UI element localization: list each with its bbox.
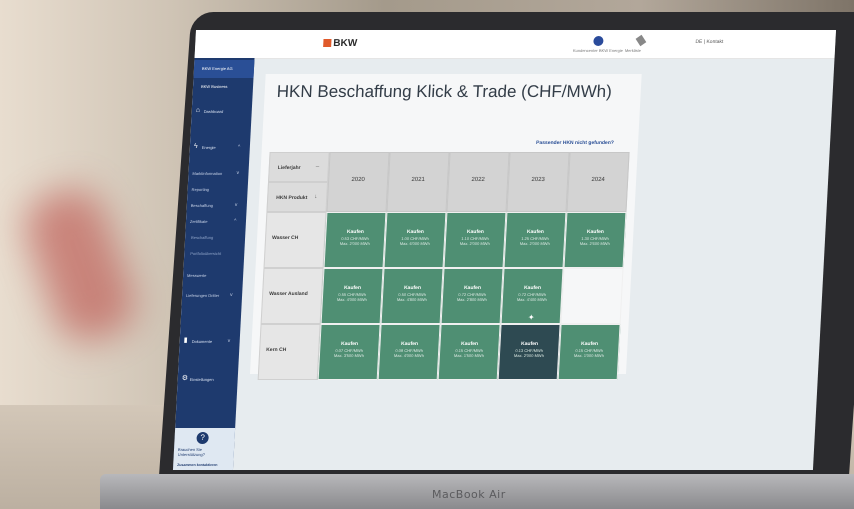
buy-cell[interactable]: Kaufen 0.55 CHF/MWh Max. 4'000 MWh bbox=[320, 268, 384, 324]
buy-cell[interactable]: Kaufen 0.72 CHF/MWh Max. 4'400 MWh ✦ bbox=[500, 268, 564, 324]
lightning-icon: ϟ bbox=[193, 143, 198, 150]
top-bar: BKW Kundencenter BKW Energie Merkliste D… bbox=[194, 30, 837, 59]
laptop-model-label: MacBook Air bbox=[432, 488, 506, 501]
sidebar-item-lieferungen-dritter[interactable]: Lieferungen Dritter v bbox=[182, 290, 243, 302]
buy-cell[interactable]: Kaufen 0.15 CHF/MWh Max. 1'000 MWh bbox=[557, 324, 621, 380]
sidebar-item-dokumente[interactable]: ▮ Dokumente v bbox=[179, 336, 240, 348]
buy-cell[interactable]: Kaufen 0.53 CHF/MWh Max. 2'000 MWh bbox=[323, 212, 387, 268]
sidebar-item-messwerte[interactable]: Messwerte bbox=[183, 270, 244, 282]
chevron-down-icon: v bbox=[234, 202, 238, 208]
year-header: 2021 bbox=[386, 152, 450, 212]
bkw-logo[interactable]: BKW bbox=[323, 38, 357, 49]
laptop-screen: BKW Kundencenter BKW Energie Merkliste D… bbox=[172, 30, 837, 470]
row-label-kern-ch: Kern CH bbox=[257, 324, 321, 380]
year-header: 2023 bbox=[506, 152, 570, 212]
help-box: ? Brauchen Sie Unterstützung? Zusammen k… bbox=[172, 428, 236, 470]
mouse-cursor-icon: ✦ bbox=[527, 313, 535, 322]
sidebar-business[interactable]: BKW Business bbox=[193, 78, 254, 92]
bookmark-icon[interactable] bbox=[635, 34, 647, 47]
sidebar-item-dashboard[interactable]: ⌂ Dashboard bbox=[191, 106, 252, 118]
customer-center-caption: Kundencenter BKW Energie bbox=[572, 48, 624, 53]
help-text: Brauchen Sie Unterstützung? bbox=[177, 447, 206, 457]
buy-cell[interactable]: Kaufen 1.30 CHF/MWh Max. 2'600 MWh bbox=[563, 212, 627, 268]
row-label-wasser-ch: Wasser CH bbox=[263, 212, 327, 268]
sidebar-company[interactable]: BKW Energie AG bbox=[193, 60, 255, 78]
buy-cell[interactable]: Kaufen 0.09 CHF/MWh Max. 4'000 MWh bbox=[377, 324, 441, 380]
row-label-wasser-ausland: Wasser Ausland bbox=[260, 268, 324, 324]
chevron-down-icon: v bbox=[236, 170, 240, 176]
header-delivery-year: Lieferjahr – bbox=[268, 152, 330, 182]
year-header: 2024 bbox=[566, 152, 630, 212]
year-header: 2022 bbox=[446, 152, 510, 212]
buy-cell[interactable]: Kaufen 0.15 CHF/MWh Max. 1'500 MWh bbox=[437, 324, 501, 380]
home-icon: ⌂ bbox=[195, 107, 201, 114]
sidebar-item-einstellungen[interactable]: ⚙ Einstellungen bbox=[177, 374, 238, 386]
sidebar-item-portfolio[interactable]: Portfolioübersicht bbox=[184, 248, 245, 260]
buy-cell[interactable]: Kaufen 0.07 CHF/MWh Max. 3'500 MWh bbox=[317, 324, 381, 380]
buy-cell[interactable]: Kaufen 0.50 CHF/MWh Max. 4'800 MWh bbox=[380, 268, 444, 324]
customer-center-icon[interactable] bbox=[593, 36, 604, 46]
empty-cell bbox=[560, 268, 624, 324]
buy-cell-selected[interactable]: Kaufen 0.13 CHF/MWh Max. 2'000 MWh bbox=[497, 324, 561, 380]
year-header: 2020 bbox=[326, 152, 390, 212]
sidebar-item-beschaffung[interactable]: Beschaffung v bbox=[186, 200, 247, 212]
header-hkn-product: HKN Produkt ↓ bbox=[266, 182, 329, 212]
collapse-icon[interactable]: – bbox=[316, 164, 320, 170]
chevron-up-icon: ^ bbox=[233, 218, 237, 224]
help-contact-link[interactable]: Zusammen kontaktieren bbox=[177, 463, 217, 467]
missing-hkn-link[interactable]: Passender HKN nicht gefunden? bbox=[536, 140, 614, 146]
page-title: HKN Beschaffung Klick & Trade (CHF/MWh) bbox=[276, 82, 613, 101]
sidebar-item-reporting[interactable]: Reporting bbox=[187, 184, 248, 196]
sort-icon[interactable]: ↓ bbox=[314, 194, 317, 200]
sidebar-item-zertifikate[interactable]: Zertifikate ^ bbox=[186, 216, 247, 228]
chevron-up-icon: ^ bbox=[237, 144, 241, 150]
chevron-down-icon: v bbox=[227, 338, 231, 344]
help-icon[interactable]: ? bbox=[196, 432, 209, 444]
buy-cell[interactable]: Kaufen 0.72 CHF/MWh Max. 2'800 MWh bbox=[440, 268, 504, 324]
buy-cell[interactable]: Kaufen 1.25 CHF/MWh Max. 2'000 MWh bbox=[503, 212, 567, 268]
bookmark-caption: Merkliste bbox=[624, 48, 642, 53]
document-icon: ▮ bbox=[183, 337, 188, 344]
chevron-down-icon: v bbox=[229, 292, 233, 298]
buy-cell[interactable]: Kaufen 1.10 CHF/MWh Max. 2'000 MWh bbox=[443, 212, 507, 268]
buy-cell[interactable]: Kaufen 1.00 CHF/MWh Max. 6'000 MWh bbox=[383, 212, 447, 268]
gear-icon: ⚙ bbox=[181, 375, 189, 382]
sidebar-item-marktinformation[interactable]: Marktinformation v bbox=[188, 168, 249, 180]
logo-mark-icon bbox=[323, 39, 332, 47]
sidebar-item-energie[interactable]: ϟ Energie ^ bbox=[190, 142, 251, 154]
sidebar-item-zertifikate-beschaffung[interactable]: Beschaffung bbox=[185, 232, 246, 244]
language-contact-menu[interactable]: DE | Kontakt bbox=[695, 39, 723, 45]
